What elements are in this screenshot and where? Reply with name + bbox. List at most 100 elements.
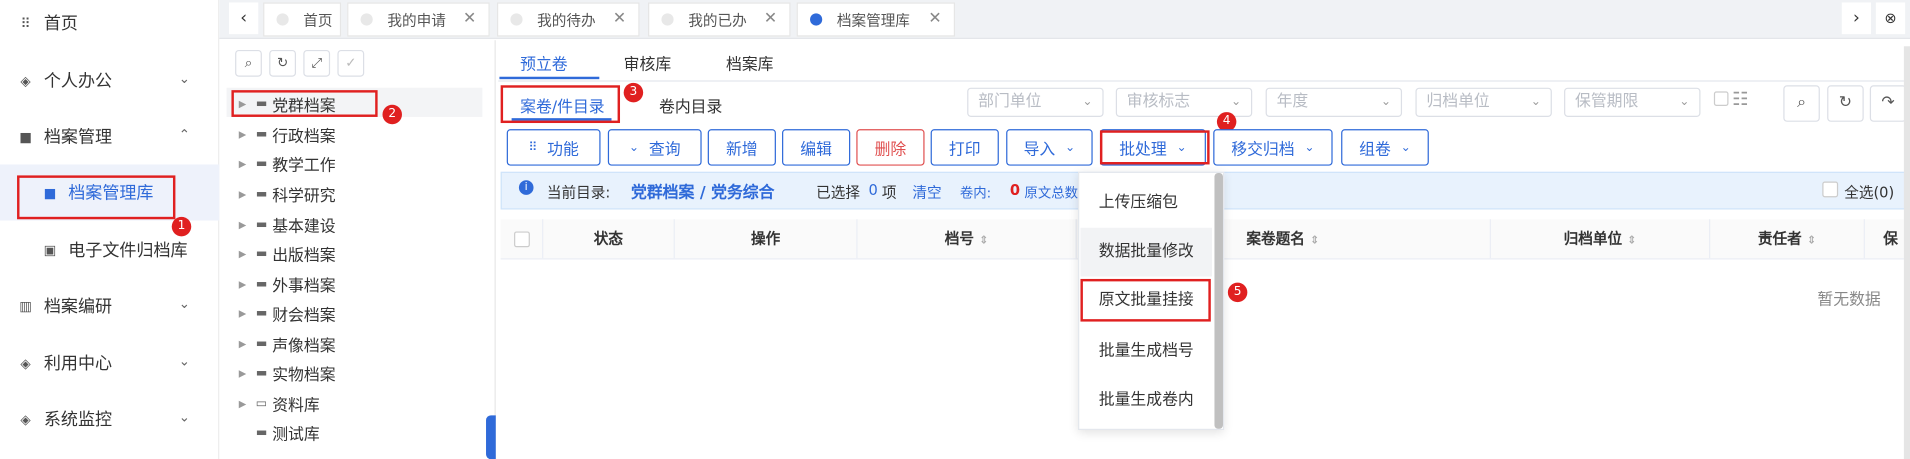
tree-item[interactable]: ▶ ▬ 科学研究 xyxy=(239,180,336,207)
sidebar-item-home[interactable]: ⠿ 首页 xyxy=(0,0,219,51)
edit-button[interactable]: 编辑 xyxy=(782,129,851,166)
sort-icon: ⇕ xyxy=(1627,235,1637,248)
add-button[interactable]: 新增 xyxy=(707,129,776,166)
sort-icon: ⇕ xyxy=(979,235,989,248)
col-archive-unit[interactable]: 归档单位 ⇕ xyxy=(1491,219,1711,259)
caret-right-icon[interactable]: ▶ xyxy=(239,308,256,319)
tree-item[interactable]: ▶ ▬ 实物档案 xyxy=(239,359,336,386)
tree-item[interactable]: ▶ ▬ 基本建设 xyxy=(239,211,336,238)
chevron-down-icon: ⌄ xyxy=(178,70,191,87)
caret-right-icon[interactable]: ▶ xyxy=(239,219,256,230)
refresh-icon[interactable]: ↻ xyxy=(1827,85,1864,122)
tab-archive[interactable]: 档案库 xyxy=(726,51,774,74)
filter-year[interactable]: 年度 ⌄ xyxy=(1265,87,1403,117)
tab-my-requests[interactable]: 我的申请 ✕ xyxy=(347,2,490,37)
transfer-archive-button[interactable]: 移交归档 ⌄ xyxy=(1213,129,1333,166)
sidebar-item-label: 个人办公 xyxy=(43,71,113,92)
delete-button[interactable]: 删除 xyxy=(856,129,925,166)
search-icon[interactable]: ⌕ xyxy=(235,49,262,77)
print-button[interactable]: 打印 xyxy=(930,129,999,166)
tree-item[interactable]: ▶ ▬ 行政档案 xyxy=(239,121,336,148)
button-label: 导入 xyxy=(1023,140,1056,159)
caret-right-icon[interactable]: ▶ xyxy=(239,398,256,409)
expand-icon[interactable]: ⤢ xyxy=(303,49,331,77)
clear-link[interactable]: 清空 xyxy=(912,181,941,202)
redo-icon[interactable]: ↷ xyxy=(1869,85,1907,122)
tab-pre-volume[interactable]: 预立卷 xyxy=(520,51,568,74)
filter-archive-unit[interactable]: 归档单位 ⌄ xyxy=(1415,87,1552,117)
query-button[interactable]: ⌄ 查询 xyxy=(607,129,702,166)
check-icon[interactable]: ✓ xyxy=(337,49,365,77)
caret-right-icon[interactable]: ▶ xyxy=(239,158,256,169)
col-archive-no[interactable]: 档号 ⇕ xyxy=(858,219,1077,259)
close-icon[interactable]: ✕ xyxy=(613,10,626,28)
selected-unit: 项 xyxy=(881,183,897,201)
highlight-box-5 xyxy=(1080,278,1211,322)
filter-placeholder: 年度 xyxy=(1276,92,1309,111)
sidebar-item-office[interactable]: ◈ 个人办公 ⌄ xyxy=(0,52,219,108)
step-badge: 5 xyxy=(1227,282,1248,303)
highlight-box-2 xyxy=(231,90,378,117)
menu-item-batch-edit[interactable]: 数据批量修改 xyxy=(1080,227,1213,277)
filter-placeholder: 保管期限 xyxy=(1575,92,1639,111)
scrollbar[interactable] xyxy=(1903,46,1910,459)
tree-item[interactable]: ▶ ▬ 财会档案 xyxy=(239,300,336,327)
menu-item-generate-number[interactable]: 批量生成档号 xyxy=(1080,328,1212,377)
function-button[interactable]: ⠿ 功能 xyxy=(506,129,601,166)
sidebar-item-electronic-files[interactable]: ▣ 电子文件归档库 xyxy=(0,222,219,278)
assemble-button[interactable]: 组卷 ⌄ xyxy=(1341,129,1429,166)
filter-department[interactable]: 部门单位 ⌄ xyxy=(967,87,1104,117)
close-icon[interactable]: ✕ xyxy=(928,10,941,28)
sidebar-item-archive-mgmt[interactable]: ■ 档案管理 ⌃ xyxy=(0,108,219,164)
search-icon[interactable]: ⌕ xyxy=(1783,85,1820,122)
tree-collapse-handle[interactable] xyxy=(486,415,496,459)
dot-icon xyxy=(661,13,674,26)
sidebar-item-label: 电子文件归档库 xyxy=(68,241,188,261)
tree-list-icon[interactable]: ☷ xyxy=(1732,88,1748,110)
caret-right-icon[interactable]: ▶ xyxy=(239,248,256,259)
select-all-checkbox[interactable] xyxy=(1822,181,1839,198)
tree-item[interactable]: ▬ 测试库 xyxy=(239,419,320,446)
tree-item[interactable]: ▶ ▬ 外事档案 xyxy=(239,270,336,297)
sidebar-item-compilation[interactable]: ▥ 档案编研 ⌄ xyxy=(0,278,219,334)
dot-icon xyxy=(360,13,373,26)
close-icon[interactable]: ✕ xyxy=(463,10,476,28)
tree-item[interactable]: ▶ ▬ 出版档案 xyxy=(239,240,336,267)
import-button[interactable]: 导入 ⌄ xyxy=(1006,129,1093,166)
tab-review[interactable]: 审核库 xyxy=(624,51,672,74)
caret-right-icon[interactable]: ▶ xyxy=(239,188,256,199)
folder-icon: ▬ xyxy=(255,425,268,440)
caret-right-icon[interactable]: ▶ xyxy=(239,129,256,140)
filter-checkbox[interactable] xyxy=(1713,91,1729,106)
tree-item[interactable]: ▶ ▭ 资料库 xyxy=(239,390,320,417)
menu-item-generate-inner[interactable]: 批量生成卷内 xyxy=(1080,376,1212,425)
refresh-icon[interactable]: ↻ xyxy=(269,49,297,77)
close-icon[interactable]: ✕ xyxy=(764,10,777,28)
button-label: 移交归档 xyxy=(1231,140,1295,159)
selected-count: 0 xyxy=(868,181,878,199)
chevron-down-icon: ⌄ xyxy=(178,296,191,312)
sidebar-item-monitor[interactable]: ◈ 系统监控 ⌄ xyxy=(0,391,219,447)
tree-item-label: 科学研究 xyxy=(272,186,336,206)
filter-retention[interactable]: 保管期限 ⌄ xyxy=(1564,87,1701,117)
tab-archive-library[interactable]: 档案管理库 ✕ xyxy=(796,2,955,37)
menu-item-upload-zip[interactable]: 上传压缩包 xyxy=(1080,179,1212,228)
tab-my-todo[interactable]: 我的待办 ✕ xyxy=(496,2,640,37)
subtab-inner-catalog[interactable]: 卷内目录 xyxy=(659,94,722,117)
col-responsible[interactable]: 责任者 ⇕ xyxy=(1710,219,1865,259)
tab-scroll-left-icon[interactable]: ‹ xyxy=(229,2,259,35)
tab-scroll-right-icon[interactable]: › xyxy=(1841,2,1872,35)
tree-item[interactable]: ▶ ▬ 声像档案 xyxy=(239,330,336,357)
caret-right-icon[interactable]: ▶ xyxy=(239,338,256,349)
caret-right-icon[interactable]: ▶ xyxy=(239,367,256,378)
caret-right-icon[interactable]: ▶ xyxy=(239,278,256,289)
close-all-icon[interactable]: ⊗ xyxy=(1875,2,1906,35)
tab-my-done[interactable]: 我的已办 ✕ xyxy=(648,2,791,37)
tree-item[interactable]: ▶ ▬ 教学工作 xyxy=(239,150,336,177)
menu-scrollbar[interactable] xyxy=(1214,172,1223,429)
sidebar-item-usage[interactable]: ◈ 利用中心 ⌄ xyxy=(0,335,219,391)
grid-icon: ⠿ xyxy=(528,140,538,155)
tab-home[interactable]: 首页 xyxy=(263,2,342,37)
header-checkbox[interactable] xyxy=(513,231,530,248)
chevron-down-icon: ⌄ xyxy=(1065,140,1076,155)
